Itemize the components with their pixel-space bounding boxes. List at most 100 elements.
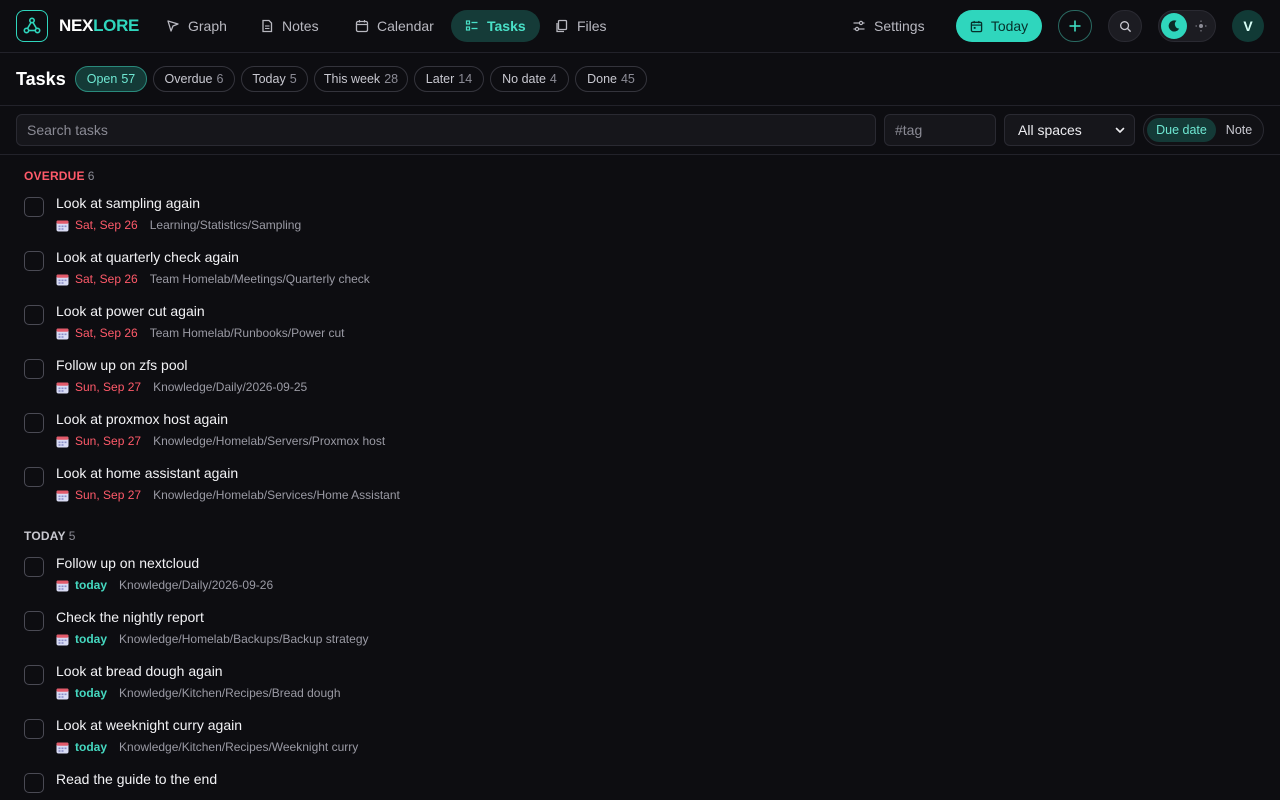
group-label: OVERDUE (24, 169, 85, 183)
task-checkbox[interactable] (24, 557, 44, 577)
chip-count: 45 (620, 72, 635, 86)
task-meta: today Knowledge/Daily/2026-09-26 (56, 578, 273, 592)
task-row[interactable]: Look at power cut again Sat, Sep 26 Team H… (24, 303, 1254, 355)
task-checkbox[interactable] (24, 719, 44, 739)
avatar[interactable]: V (1232, 10, 1264, 42)
nav-graph[interactable]: Graph (152, 10, 241, 42)
app-logo-icon[interactable] (16, 10, 48, 42)
chip-label: No date (502, 72, 546, 86)
chip-count: 5 (289, 72, 297, 86)
sort-note[interactable]: Note (1218, 118, 1260, 142)
task-note-path[interactable]: Knowledge/Daily/2026-09-26 (119, 578, 273, 592)
task-title[interactable]: Look at sampling again (56, 195, 200, 211)
task-checkbox[interactable] (24, 359, 44, 379)
nav-tasks[interactable]: Tasks (451, 10, 540, 42)
sun-icon (1195, 20, 1207, 32)
group-count: 6 (87, 169, 95, 183)
task-due-date: today (75, 686, 108, 700)
space-select-value: All spaces (1018, 122, 1082, 138)
task-title[interactable]: Look at proxmox host again (56, 411, 228, 427)
task-title[interactable]: Follow up on nextcloud (56, 555, 199, 571)
sort-toggle: Due date Note (1143, 114, 1264, 146)
task-row[interactable]: Check the nightly report today Knowledge/H… (24, 609, 1254, 661)
search-button[interactable] (1108, 10, 1142, 42)
task-row[interactable]: Look at proxmox host again Sun, Sep 27 Kno… (24, 411, 1254, 463)
task-row[interactable]: Follow up on nextcloud today Knowledge/Dai… (24, 555, 1254, 607)
add-button[interactable] (1058, 10, 1092, 42)
task-due-date: Sat, Sep 26 (75, 326, 138, 340)
filter-bar: Tasks Open 57 Overdue 6 Today 5 This week 28… (0, 53, 1280, 106)
task-note-path[interactable]: Team Homelab/Runbooks/Power cut (150, 326, 345, 340)
brand-part-a: NEX (59, 16, 94, 35)
nav-notes[interactable]: Notes (246, 10, 333, 42)
chip-label: Done (587, 72, 617, 86)
calendar-icon (970, 20, 983, 32)
task-checkbox[interactable] (24, 467, 44, 487)
task-title[interactable]: Look at weeknight curry again (56, 717, 242, 733)
task-checkbox[interactable] (24, 665, 44, 685)
task-row[interactable]: Look at bread dough again today Knowledge/… (24, 663, 1254, 715)
nav-files[interactable]: Files (541, 10, 621, 42)
calendar-icon (56, 634, 69, 645)
chip-label: Open (86, 72, 118, 86)
task-note-path[interactable]: Knowledge/Kitchen/Recipes/Weeknight curr… (119, 740, 358, 754)
task-due-date: today (75, 632, 108, 646)
task-checkbox[interactable] (24, 773, 44, 793)
nav-tasks-label: Tasks (487, 18, 526, 34)
tag-input[interactable] (884, 114, 996, 146)
task-row[interactable]: Look at sampling again Sat, Sep 26 Learnin… (24, 195, 1254, 247)
task-note-path[interactable]: Knowledge/Kitchen/Recipes/Bread dough (119, 686, 340, 700)
task-note-path[interactable]: Learning/Statistics/Sampling (150, 218, 301, 232)
task-note-path[interactable]: Knowledge/Homelab/Backups/Backup strateg… (119, 632, 368, 646)
space-select[interactable]: All spaces (1004, 114, 1135, 146)
nav-settings[interactable]: Settings (838, 10, 939, 42)
task-row[interactable]: Look at home assistant again Sun, Sep 27 K… (24, 465, 1254, 517)
nav-settings-label: Settings (874, 18, 925, 34)
nav-notes-label: Notes (282, 18, 319, 34)
group-header-overdue: OVERDUE 6 (24, 169, 95, 183)
search-input[interactable] (16, 114, 876, 146)
task-row[interactable]: Look at weeknight curry again today Knowle… (24, 717, 1254, 769)
app-brand-name: NEXLORE (59, 16, 139, 36)
task-title[interactable]: Read the guide to the end (56, 771, 217, 787)
task-row[interactable]: Look at quarterly check again Sat, Sep 26… (24, 249, 1254, 301)
chip-open[interactable]: Open 57 (75, 66, 147, 92)
sort-due-date[interactable]: Due date (1147, 118, 1216, 142)
chip-today[interactable]: Today 5 (241, 66, 308, 92)
task-meta: today Knowledge/Kitchen/Recipes/Bread dou… (56, 686, 341, 700)
task-note-path[interactable]: Knowledge/Homelab/Services/Home Assistan… (153, 488, 400, 502)
task-row[interactable]: Read the guide to the end (24, 771, 1254, 800)
task-checkbox[interactable] (24, 413, 44, 433)
task-title[interactable]: Look at quarterly check again (56, 249, 239, 265)
chip-label: Today (252, 72, 286, 86)
task-meta: today Knowledge/Kitchen/Recipes/Weeknight… (56, 740, 358, 754)
task-row[interactable]: Follow up on zfs pool Sun, Sep 27 Knowledg… (24, 357, 1254, 409)
task-title[interactable]: Look at bread dough again (56, 663, 223, 679)
nav-calendar[interactable]: Calendar (341, 10, 448, 42)
chip-count: 57 (121, 72, 136, 86)
task-checkbox[interactable] (24, 305, 44, 325)
task-title[interactable]: Look at power cut again (56, 303, 205, 319)
task-meta: Sun, Sep 27 Knowledge/Homelab/Services/Ho… (56, 488, 400, 502)
chip-done[interactable]: Done 45 (575, 66, 647, 92)
task-title[interactable]: Look at home assistant again (56, 465, 238, 481)
chip-this-week[interactable]: This week 28 (314, 66, 408, 92)
calendar-icon (56, 688, 69, 699)
task-note-path[interactable]: Knowledge/Homelab/Servers/Proxmox host (153, 434, 385, 448)
task-meta: Sat, Sep 26 Team Homelab/Meetings/Quarter… (56, 272, 370, 286)
task-note-path[interactable]: Team Homelab/Meetings/Quarterly check (150, 272, 370, 286)
search-icon (1119, 20, 1131, 32)
task-due-date: Sun, Sep 27 (75, 488, 142, 502)
task-checkbox[interactable] (24, 611, 44, 631)
theme-toggle[interactable] (1158, 10, 1216, 42)
calendar-icon (56, 382, 69, 393)
task-checkbox[interactable] (24, 197, 44, 217)
task-checkbox[interactable] (24, 251, 44, 271)
task-title[interactable]: Check the nightly report (56, 609, 204, 625)
task-note-path[interactable]: Knowledge/Daily/2026-09-25 (153, 380, 307, 394)
task-title[interactable]: Follow up on zfs pool (56, 357, 188, 373)
chip-later[interactable]: Later 14 (414, 66, 484, 92)
today-button[interactable]: Today (956, 10, 1042, 42)
chip-no-date[interactable]: No date 4 (490, 66, 569, 92)
chip-overdue[interactable]: Overdue 6 (153, 66, 235, 92)
